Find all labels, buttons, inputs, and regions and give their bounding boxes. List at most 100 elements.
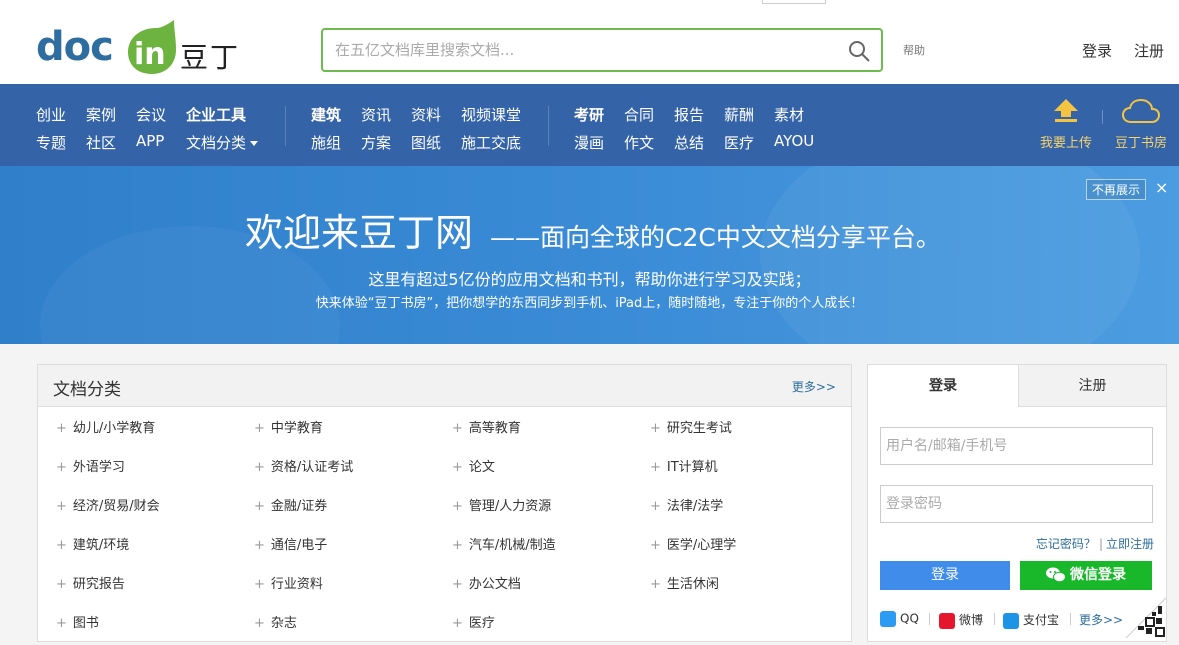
nav-item[interactable]: 医疗 [724,132,754,153]
category-item[interactable]: + 汽车/机械/制造 [452,534,556,553]
category-item[interactable]: + 行业资料 [254,573,323,592]
banner-decoration [760,166,1140,344]
nav-item[interactable]: 施工交底 [461,132,521,153]
plus-icon: + [56,499,67,514]
no-more-button[interactable]: 不再展示 [1086,179,1147,200]
nav-item[interactable]: 专题 [36,132,66,153]
tab-login[interactable]: 登录 [868,365,1018,407]
nav-item[interactable]: 素材 [774,104,804,125]
category-item[interactable]: + 经济/贸易/财会 [56,495,160,514]
search-icon[interactable] [847,39,871,63]
top-stub [762,0,826,4]
header-login-link[interactable]: 登录 [1082,40,1112,61]
category-item[interactable]: + 中学教育 [254,417,323,436]
nav-divider [1102,110,1103,124]
banner-title: 欢迎来豆丁网 [245,211,474,255]
logo-badge-text: in [134,37,166,72]
alipay-login[interactable]: 支付宝 [1003,611,1059,629]
logo[interactable]: doc in 豆丁 [36,20,246,80]
nav-item[interactable]: 方案 [361,132,391,153]
upload-icon [1054,99,1078,122]
qr-code-icon[interactable] [1124,596,1166,638]
category-item[interactable]: + 建筑/环境 [56,534,129,553]
password-field[interactable] [881,486,1152,522]
wechat-login-button[interactable]: 微信登录 [1020,561,1152,590]
plus-icon: + [254,499,265,514]
social-divider [1070,613,1071,625]
category-more-link[interactable]: 更多>> [792,378,836,395]
nav-item[interactable]: 资料 [411,104,441,125]
category-item[interactable]: + 图书 [56,612,99,631]
category-item[interactable]: + 外语学习 [56,456,125,475]
category-item[interactable]: + 医疗 [452,612,495,631]
nav-item[interactable]: 图纸 [411,132,441,153]
search-input[interactable] [335,39,835,61]
category-item[interactable]: + 金融/证券 [254,495,327,514]
nav-item[interactable]: 总结 [674,132,704,153]
category-item-label: 金融/证券 [270,499,328,514]
nav-item[interactable]: 创业 [36,104,66,125]
bookshelf-button[interactable]: 豆丁书房 [1112,98,1170,151]
close-icon[interactable]: × [1155,178,1168,197]
upload-button[interactable]: 我要上传 [1036,98,1096,151]
weibo-login[interactable]: 微博 [939,611,983,629]
category-item[interactable]: + 论文 [452,456,495,475]
category-item[interactable]: + 高等教育 [452,417,521,436]
nav-item[interactable]: 会议 [136,104,166,125]
category-item-label: 论文 [468,460,495,475]
nav-item[interactable]: 案例 [86,104,116,125]
category-item[interactable]: + 医学/心理学 [650,534,736,553]
category-item[interactable]: + 管理/人力资源 [452,495,551,514]
nav-item[interactable]: 建筑 [311,104,341,125]
login-button[interactable]: 登录 [880,561,1010,590]
nav-item[interactable]: 报告 [674,104,704,125]
category-item[interactable]: + 法律/法学 [650,495,723,514]
category-item-label: 汽车/机械/制造 [468,538,556,553]
nav-item[interactable]: 作文 [624,132,654,153]
nav-item[interactable]: APP [136,132,164,150]
nav-item[interactable]: 漫画 [574,132,604,153]
nav-item[interactable]: 考研 [574,104,604,125]
nav-item-doc-categories[interactable]: 文档分类 [186,132,259,153]
plus-icon: + [452,577,463,592]
nav-item[interactable]: 薪酬 [724,104,754,125]
help-link[interactable]: 帮助 [903,42,925,58]
username-field[interactable] [881,428,1152,464]
plus-icon: + [452,421,463,436]
nav-item[interactable]: 视频课堂 [461,104,521,125]
plus-icon: + [650,577,661,592]
nav-item[interactable]: 社区 [86,132,116,153]
category-item-label: 资格/认证考试 [270,460,354,475]
cloud-icon [1121,98,1161,123]
category-panel-header: 文档分类 更多>> [38,365,851,407]
register-now-link[interactable]: 立即注册 [1106,537,1154,551]
nav-item[interactable]: 合同 [624,104,654,125]
nav-item[interactable]: AYOU [774,132,814,150]
category-item-label: 经济/贸易/财会 [72,499,160,514]
category-item[interactable]: + 研究报告 [56,573,125,592]
category-item[interactable]: + 通信/电子 [254,534,327,553]
category-item[interactable]: + 生活休闲 [650,573,719,592]
category-item[interactable]: + 幼儿/小学教育 [56,417,155,436]
plus-icon: + [650,421,661,436]
category-item-label: 行业资料 [270,577,323,592]
qq-login[interactable]: QQ [880,611,919,627]
nav-item[interactable]: 资讯 [361,104,391,125]
header-register-link[interactable]: 注册 [1134,40,1164,61]
plus-icon: + [452,538,463,553]
category-item[interactable]: + 资格/认证考试 [254,456,353,475]
nav-item[interactable]: 施组 [311,132,341,153]
login-tabs: 登录 注册 [868,365,1166,407]
category-item[interactable]: + IT计算机 [650,456,718,475]
category-item[interactable]: + 办公文档 [452,573,521,592]
more-social-link[interactable]: 更多>> [1079,611,1123,628]
plus-icon: + [254,460,265,475]
forgot-password-link[interactable]: 忘记密码？ [1036,537,1096,551]
nav-item-enterprise-tools[interactable]: 企业工具 [186,104,246,125]
plus-icon: + [56,616,67,631]
plus-icon: + [452,460,463,475]
tab-register[interactable]: 注册 [1018,365,1166,407]
category-item[interactable]: + 研究生考试 [650,417,732,436]
nav-divider [548,106,549,146]
category-item[interactable]: + 杂志 [254,612,297,631]
